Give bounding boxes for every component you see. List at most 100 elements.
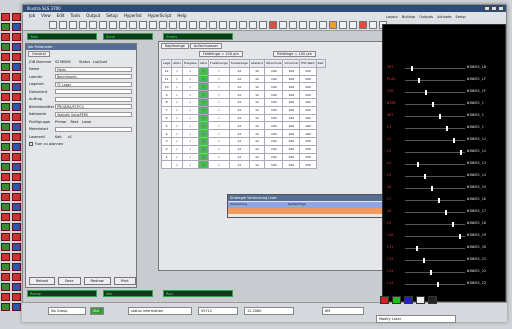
left-tool-icon-16[interactable] xyxy=(1,93,10,101)
toolbar-button-2[interactable] xyxy=(69,20,77,29)
table-cell[interactable]: 2 xyxy=(160,144,173,154)
table-cell[interactable]: 12 xyxy=(160,66,173,76)
table-cell[interactable]: √ xyxy=(181,82,199,92)
menu-item-4[interactable]: Output xyxy=(86,13,100,18)
left-tool-icon-59[interactable] xyxy=(12,303,21,311)
monitor-marker[interactable] xyxy=(417,162,419,167)
left-tool-icon-18[interactable] xyxy=(1,103,10,111)
laser-opt-1[interactable]: Kalt xyxy=(55,135,62,139)
left-tool-icon-44[interactable] xyxy=(1,233,10,241)
table-cell[interactable]: √ xyxy=(197,74,210,84)
form-button-0[interactable]: Reload xyxy=(29,277,55,285)
table-cell[interactable]: 12 xyxy=(228,113,250,123)
toolbar-button-4[interactable] xyxy=(89,20,97,29)
toolbar-button-23[interactable] xyxy=(279,20,287,29)
table-cell[interactable]: √ xyxy=(171,160,183,170)
table-cell[interactable]: 100 xyxy=(264,136,284,146)
left-tool-icon-27[interactable] xyxy=(12,143,21,151)
menu-item-1[interactable]: View xyxy=(41,13,51,18)
table-cell[interactable]: 100 xyxy=(282,144,301,154)
table-cell[interactable]: 1 xyxy=(160,152,173,162)
table-cell[interactable]: 100 xyxy=(299,74,317,84)
table-cell[interactable]: √ xyxy=(181,136,199,146)
form-field-5[interactable]: PROD/RA/ST/FCS xyxy=(55,104,132,110)
menu-item-3[interactable]: Tools xyxy=(70,13,80,18)
color-white[interactable] xyxy=(416,296,425,304)
right-menu-item-4[interactable]: Setup xyxy=(455,15,465,19)
left-tool-icon-17[interactable] xyxy=(12,93,21,101)
toolbar-button-8[interactable] xyxy=(129,20,137,29)
left-tool-icon-36[interactable] xyxy=(1,193,10,201)
table-cell[interactable]: 12 xyxy=(248,152,266,162)
menu-item-6[interactable]: Hyperlist xyxy=(124,13,142,18)
left-tool-icon-6[interactable] xyxy=(1,43,10,51)
left-tool-icon-51[interactable] xyxy=(12,263,21,271)
left-tool-icon-55[interactable] xyxy=(12,283,21,291)
toolbar-button-27[interactable] xyxy=(319,20,327,29)
table-cell[interactable]: √ xyxy=(171,105,183,115)
table-cell[interactable]: 100 xyxy=(282,152,301,162)
toolbar-button-11[interactable] xyxy=(159,20,167,29)
table-cell[interactable]: 100 xyxy=(299,121,317,131)
table-cell[interactable]: √ xyxy=(181,160,199,170)
monitor-marker[interactable] xyxy=(411,66,413,71)
left-tool-icon-20[interactable] xyxy=(1,113,10,121)
table-cell[interactable]: 12 xyxy=(248,129,266,138)
toolbar-button-30[interactable] xyxy=(349,20,357,29)
table-cell[interactable]: 12 xyxy=(228,82,250,92)
table-cell[interactable]: 100 xyxy=(264,160,284,170)
table-cell[interactable]: 100 xyxy=(282,105,301,115)
table-cell[interactable]: √ xyxy=(208,144,230,154)
table-cell[interactable]: √ xyxy=(171,66,183,76)
dialog-col1[interactable]: Verbindung xyxy=(228,202,288,208)
menu-item-8[interactable]: Help xyxy=(177,13,186,18)
toolbar-button-22[interactable] xyxy=(269,20,277,29)
table-cell[interactable]: 100 xyxy=(264,144,284,154)
left-tool-icon-8[interactable] xyxy=(1,53,10,61)
form-field-2[interactable]: TC Lager xyxy=(55,81,132,87)
left-tool-icon-10[interactable] xyxy=(1,63,10,71)
close-button[interactable] xyxy=(498,6,504,11)
monitor-marker[interactable] xyxy=(452,222,454,227)
table-cell[interactable]: √ xyxy=(181,74,199,84)
table-cell[interactable]: 100 xyxy=(264,90,284,99)
table-cell[interactable]: 12 xyxy=(228,74,250,84)
table-cell[interactable]: √ xyxy=(181,105,199,115)
table-cell[interactable]: √ xyxy=(197,121,210,131)
left-tool-icon-3[interactable] xyxy=(12,23,21,31)
left-tool-icon-45[interactable] xyxy=(12,233,21,241)
toolbar-button-25[interactable] xyxy=(299,20,307,29)
left-tool-icon-53[interactable] xyxy=(12,273,21,281)
table-cell[interactable]: √ xyxy=(197,152,210,162)
radio-laser[interactable]: Laser xyxy=(82,120,92,124)
table-cell[interactable]: 12 xyxy=(248,74,266,84)
table-cell[interactable]: 100 xyxy=(299,82,317,92)
monitor-marker[interactable] xyxy=(431,186,433,191)
left-tool-icon-14[interactable] xyxy=(1,83,10,91)
toolbar-button-19[interactable] xyxy=(239,20,247,29)
table-cell[interactable] xyxy=(160,160,173,170)
table-cell[interactable]: √ xyxy=(171,113,183,123)
table-cell[interactable]: 100 xyxy=(282,121,301,131)
left-tool-icon-52[interactable] xyxy=(1,273,10,281)
left-tool-icon-9[interactable] xyxy=(12,53,21,61)
left-tool-icon-25[interactable] xyxy=(12,133,21,141)
left-tool-icon-48[interactable] xyxy=(1,253,10,261)
table-cell[interactable]: 12 xyxy=(228,121,250,131)
table-cell[interactable]: 150 xyxy=(299,136,317,146)
table-cell[interactable]: √ xyxy=(171,90,183,99)
table-cell[interactable]: √ xyxy=(171,74,183,84)
table-cell[interactable]: 7 xyxy=(160,105,173,115)
table-cell[interactable]: 12 xyxy=(228,136,250,146)
left-tool-icon-4[interactable] xyxy=(1,33,10,41)
tab-kopfmenge[interactable]: Kopfmenge xyxy=(161,43,189,49)
table-cell[interactable]: 150 xyxy=(299,144,317,154)
table-cell[interactable]: 12 xyxy=(248,82,266,92)
left-tool-icon-7[interactable] xyxy=(12,43,21,51)
table-cell[interactable]: √ xyxy=(171,82,183,92)
toolbar-button-16[interactable] xyxy=(209,20,217,29)
table-cell[interactable]: 12 xyxy=(228,97,250,107)
left-tool-icon-56[interactable] xyxy=(1,293,10,301)
table-cell[interactable]: 100 xyxy=(299,129,317,138)
toolbar-button-26[interactable] xyxy=(309,20,317,29)
